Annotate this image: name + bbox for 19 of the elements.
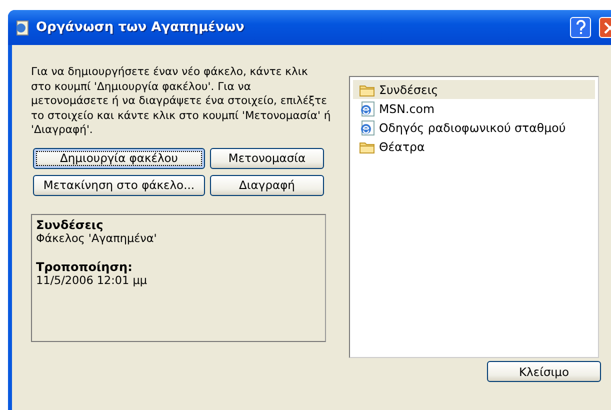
item-name: Συνδέσεις: [36, 218, 104, 232]
question-mark-icon: [574, 20, 586, 35]
web-page-icon: [359, 120, 375, 136]
modified-date: 11/5/2006 12:01 μμ: [36, 274, 148, 288]
close-button[interactable]: Κλείσιμο: [487, 361, 601, 382]
list-item[interactable]: Θέατρα: [353, 137, 595, 156]
dialog-button[interactable]: Μετονομασία: [210, 148, 324, 168]
modified-label: Τροποποίηση:: [36, 260, 134, 274]
item-type: Φάκελος 'Αγαπημένα': [36, 232, 158, 246]
dialog-button[interactable]: Μετακίνηση στο φάκελο...: [33, 174, 205, 196]
list-item[interactable]: Συνδέσεις: [353, 80, 595, 99]
instructions-text: Για να δημιουργήσετε έναν νέο φάκελο, κάντε κλικ στο κουμπί 'Δημιουργία φακέλου'. Για να μετονομάσετε ή να διαγράψετε ένα στοιχείο, επιλέξτε το στοιχείο και κάντε κλικ στο κουμπί 'Μετονομασία' ή 'Διαγραφή'.: [31, 65, 331, 138]
dialog-button[interactable]: Διαγραφή: [210, 174, 324, 196]
web-page-icon: [359, 100, 375, 116]
list-item[interactable]: Οδηγός ραδιοφωνικού σταθμού: [353, 118, 595, 137]
help-button[interactable]: [570, 17, 591, 38]
window-title: Οργάνωση των Αγαπημένων: [36, 20, 246, 35]
list-item[interactable]: MSN.com: [353, 99, 595, 118]
dialog-button[interactable]: Δημιουργία φακέλου: [33, 148, 205, 168]
